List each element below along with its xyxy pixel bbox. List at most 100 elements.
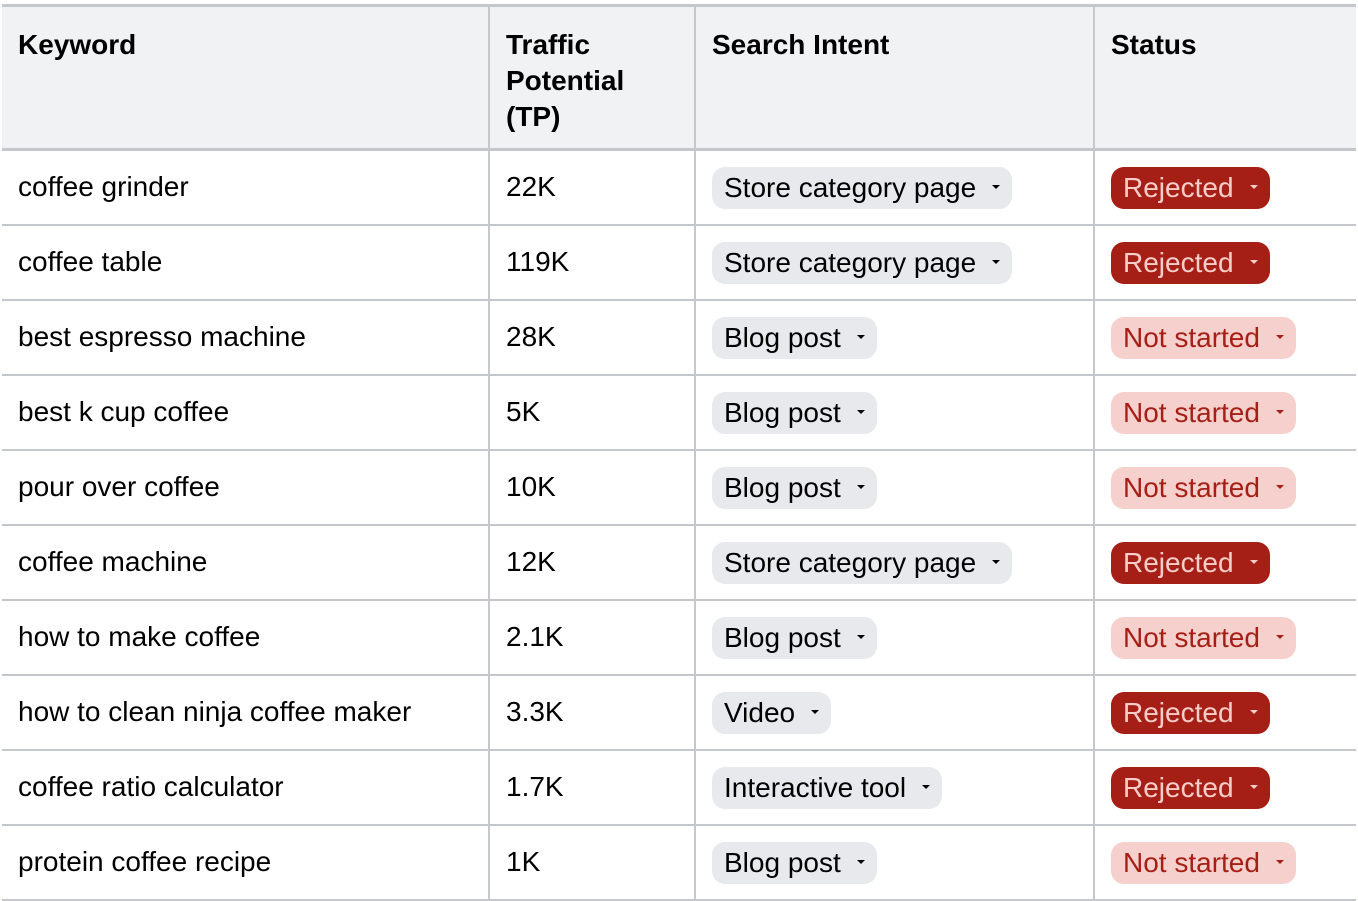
status-dropdown[interactable]: Rejected <box>1111 241 1270 284</box>
status-value: Rejected <box>1123 771 1234 803</box>
traffic-potential-cell[interactable]: 1.7K <box>488 748 696 826</box>
status-dropdown[interactable]: Not started <box>1111 616 1296 659</box>
status-dropdown[interactable]: Not started <box>1111 391 1296 434</box>
status-cell: Rejected <box>1093 748 1356 826</box>
table-row: how to clean ninja coffee maker 3.3K Vid… <box>2 673 1356 751</box>
search-intent-dropdown[interactable]: Blog post <box>712 316 877 359</box>
status-cell: Rejected <box>1093 223 1356 301</box>
traffic-potential-cell[interactable]: 12K <box>488 523 696 601</box>
status-value: Not started <box>1123 846 1260 878</box>
caret-down-icon <box>992 259 1001 264</box>
caret-down-icon <box>856 409 865 414</box>
search-intent-cell: Blog post <box>694 598 1095 676</box>
search-intent-cell: Video <box>694 673 1095 751</box>
search-intent-dropdown[interactable]: Blog post <box>712 466 877 509</box>
table-row: best k cup coffee 5K Blog post Not start… <box>2 373 1356 451</box>
status-dropdown[interactable]: Not started <box>1111 841 1296 884</box>
search-intent-dropdown[interactable]: Video <box>712 691 832 734</box>
keyword-cell[interactable]: coffee grinder <box>2 148 490 226</box>
search-intent-value: Interactive tool <box>724 771 907 803</box>
search-intent-dropdown[interactable]: Store category page <box>712 241 1013 284</box>
keyword-text: how to clean ninja coffee maker <box>18 695 412 727</box>
table-row: coffee ratio calculator 1.7K Interactive… <box>2 748 1356 826</box>
traffic-potential-value: 28K <box>506 320 556 352</box>
header-traffic-potential[interactable]: Traffic Potential (TP) <box>488 4 696 151</box>
keyword-table: Keyword Traffic Potential (TP) Search In… <box>2 4 1356 901</box>
search-intent-value: Video <box>724 696 796 728</box>
status-dropdown[interactable]: Not started <box>1111 466 1296 509</box>
table-row: pour over coffee 10K Blog post Not start… <box>2 448 1356 526</box>
caret-down-icon <box>1249 709 1258 714</box>
keyword-text: coffee ratio calculator <box>18 770 284 802</box>
status-cell: Not started <box>1093 598 1356 676</box>
caret-down-icon <box>922 784 931 789</box>
search-intent-dropdown[interactable]: Interactive tool <box>712 766 943 809</box>
traffic-potential-value: 5K <box>506 395 541 427</box>
status-value: Not started <box>1123 621 1260 653</box>
caret-down-icon <box>1275 484 1284 489</box>
traffic-potential-value: 1.7K <box>506 770 564 802</box>
search-intent-dropdown[interactable]: Blog post <box>712 391 877 434</box>
header-search-intent[interactable]: Search Intent <box>694 4 1095 151</box>
status-cell: Not started <box>1093 298 1356 376</box>
status-value: Rejected <box>1123 696 1234 728</box>
keyword-cell[interactable]: best espresso machine <box>2 298 490 376</box>
caret-down-icon <box>992 185 1001 189</box>
caret-down-icon <box>1275 859 1284 864</box>
status-dropdown[interactable]: Rejected <box>1111 766 1270 809</box>
traffic-potential-value: 1K <box>506 845 541 877</box>
table-row: best espresso machine 28K Blog post Not … <box>2 298 1356 376</box>
header-tp-line2: Potential <box>506 65 625 96</box>
search-intent-dropdown[interactable]: Blog post <box>712 841 877 884</box>
keyword-text: how to make coffee <box>18 620 261 652</box>
table-row: coffee table 119K Store category page Re… <box>2 223 1356 301</box>
status-dropdown[interactable]: Rejected <box>1111 691 1270 734</box>
keyword-text: pour over coffee <box>18 470 220 502</box>
header-status-label: Status <box>1111 29 1197 60</box>
status-value: Rejected <box>1123 246 1234 278</box>
search-intent-cell: Blog post <box>694 298 1095 376</box>
keyword-cell[interactable]: best k cup coffee <box>2 373 490 451</box>
search-intent-value: Store category page <box>724 546 977 578</box>
caret-down-icon <box>1249 784 1258 789</box>
traffic-potential-cell[interactable]: 2.1K <box>488 598 696 676</box>
search-intent-dropdown[interactable]: Store category page <box>712 167 1013 209</box>
traffic-potential-cell[interactable]: 10K <box>488 448 696 526</box>
keyword-cell[interactable]: coffee machine <box>2 523 490 601</box>
caret-down-icon <box>1249 559 1258 564</box>
search-intent-dropdown[interactable]: Blog post <box>712 616 877 659</box>
caret-down-icon <box>856 484 865 489</box>
header-status[interactable]: Status <box>1093 4 1356 151</box>
caret-down-icon <box>811 709 820 714</box>
traffic-potential-cell[interactable]: 28K <box>488 298 696 376</box>
keyword-text: coffee table <box>18 245 163 277</box>
caret-down-icon <box>1249 259 1258 264</box>
status-dropdown[interactable]: Rejected <box>1111 167 1270 209</box>
search-intent-dropdown[interactable]: Store category page <box>712 541 1013 584</box>
keyword-cell[interactable]: how to make coffee <box>2 598 490 676</box>
traffic-potential-value: 22K <box>506 171 556 202</box>
keyword-cell[interactable]: coffee table <box>2 223 490 301</box>
status-dropdown[interactable]: Rejected <box>1111 541 1270 584</box>
traffic-potential-cell[interactable]: 1K <box>488 823 696 901</box>
traffic-potential-cell[interactable]: 3.3K <box>488 673 696 751</box>
traffic-potential-value: 2.1K <box>506 620 564 652</box>
status-value: Not started <box>1123 396 1260 428</box>
traffic-potential-cell[interactable]: 22K <box>488 148 696 226</box>
keyword-cell[interactable]: coffee ratio calculator <box>2 748 490 826</box>
search-intent-cell: Store category page <box>694 223 1095 301</box>
search-intent-cell: Blog post <box>694 448 1095 526</box>
search-intent-value: Blog post <box>724 621 841 653</box>
status-cell: Not started <box>1093 823 1356 901</box>
keyword-cell[interactable]: pour over coffee <box>2 448 490 526</box>
table-row: how to make coffee 2.1K Blog post Not st… <box>2 598 1356 676</box>
keyword-cell[interactable]: protein coffee recipe <box>2 823 490 901</box>
header-keyword[interactable]: Keyword <box>2 4 490 151</box>
traffic-potential-value: 119K <box>506 245 570 277</box>
status-cell: Rejected <box>1093 148 1356 226</box>
keyword-cell[interactable]: how to clean ninja coffee maker <box>2 673 490 751</box>
traffic-potential-cell[interactable]: 5K <box>488 373 696 451</box>
traffic-potential-cell[interactable]: 119K <box>488 223 696 301</box>
status-dropdown[interactable]: Not started <box>1111 316 1296 359</box>
header-keyword-label: Keyword <box>18 29 137 60</box>
